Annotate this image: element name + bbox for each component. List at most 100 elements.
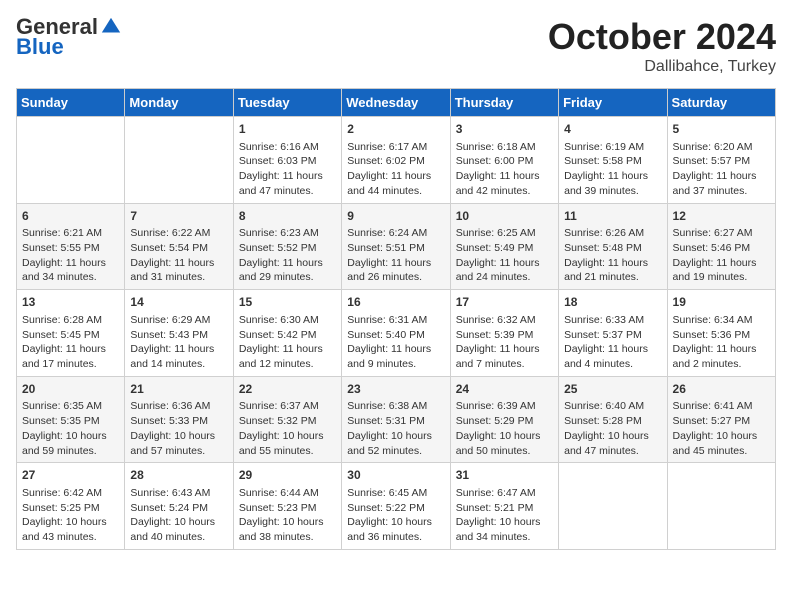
page-header: General Blue October 2024 Dallibahce, Tu… xyxy=(16,16,776,76)
day-number: 7 xyxy=(130,208,227,225)
calendar-cell: 26Sunrise: 6:41 AMSunset: 5:27 PMDayligh… xyxy=(667,376,775,463)
calendar-cell: 31Sunrise: 6:47 AMSunset: 5:21 PMDayligh… xyxy=(450,463,558,550)
calendar-cell xyxy=(667,463,775,550)
weekday-header-friday: Friday xyxy=(559,89,667,117)
calendar-cell: 8Sunrise: 6:23 AMSunset: 5:52 PMDaylight… xyxy=(233,203,341,290)
day-number: 9 xyxy=(347,208,444,225)
day-number: 2 xyxy=(347,121,444,138)
calendar-cell: 3 Sunrise: 6:18 AMSunset: 6:00 PMDaylight… xyxy=(450,117,558,204)
day-info: Sunrise: 6:26 AMSunset: 5:48 PMDaylight:… xyxy=(564,226,661,285)
calendar-cell: 20Sunrise: 6:35 AMSunset: 5:35 PMDayligh… xyxy=(17,376,125,463)
calendar-cell: 4 Sunrise: 6:19 AMSunset: 5:58 PMDaylight… xyxy=(559,117,667,204)
day-number: 14 xyxy=(130,294,227,311)
day-number: 3 xyxy=(456,121,553,138)
calendar-table: SundayMondayTuesdayWednesdayThursdayFrid… xyxy=(16,88,776,550)
day-info: Sunrise: 6:16 AMSunset: 6:03 PMDaylight:… xyxy=(239,140,336,199)
logo: General Blue xyxy=(16,16,122,58)
day-number: 11 xyxy=(564,208,661,225)
calendar-body: 1 Sunrise: 6:16 AMSunset: 6:03 PMDaylight… xyxy=(17,117,776,550)
day-number: 25 xyxy=(564,381,661,398)
day-number: 29 xyxy=(239,467,336,484)
day-number: 26 xyxy=(673,381,770,398)
calendar-cell: 18 Sunrise: 6:33 AMSunset: 5:37 PMDayligh… xyxy=(559,290,667,377)
day-info: Sunrise: 6:27 AMSunset: 5:46 PMDaylight:… xyxy=(673,226,770,285)
logo-icon xyxy=(100,16,122,38)
day-number: 23 xyxy=(347,381,444,398)
calendar-cell: 15Sunrise: 6:30 AMSunset: 5:42 PMDayligh… xyxy=(233,290,341,377)
day-info: Sunrise: 6:35 AMSunset: 5:35 PMDaylight:… xyxy=(22,399,119,458)
weekday-header-sunday: Sunday xyxy=(17,89,125,117)
title-block: October 2024 Dallibahce, Turkey xyxy=(548,16,776,76)
day-info: Sunrise: 6:33 AMSunset: 5:37 PMDaylight:… xyxy=(564,313,661,372)
calendar-cell xyxy=(559,463,667,550)
weekday-header-monday: Monday xyxy=(125,89,233,117)
day-info: Sunrise: 6:24 AMSunset: 5:51 PMDaylight:… xyxy=(347,226,444,285)
calendar-cell: 12Sunrise: 6:27 AMSunset: 5:46 PMDayligh… xyxy=(667,203,775,290)
calendar-week-5: 27Sunrise: 6:42 AMSunset: 5:25 PMDayligh… xyxy=(17,463,776,550)
calendar-cell: 19 Sunrise: 6:34 AMSunset: 5:36 PMDayligh… xyxy=(667,290,775,377)
day-number: 10 xyxy=(456,208,553,225)
day-info: Sunrise: 6:40 AMSunset: 5:28 PMDaylight:… xyxy=(564,399,661,458)
day-info: Sunrise: 6:43 AMSunset: 5:24 PMDaylight:… xyxy=(130,486,227,545)
day-number: 30 xyxy=(347,467,444,484)
day-info: Sunrise: 6:39 AMSunset: 5:29 PMDaylight:… xyxy=(456,399,553,458)
subtitle: Dallibahce, Turkey xyxy=(548,58,776,76)
day-info: Sunrise: 6:30 AMSunset: 5:42 PMDaylight:… xyxy=(239,313,336,372)
calendar-week-4: 20Sunrise: 6:35 AMSunset: 5:35 PMDayligh… xyxy=(17,376,776,463)
calendar-cell: 1 Sunrise: 6:16 AMSunset: 6:03 PMDaylight… xyxy=(233,117,341,204)
day-number: 22 xyxy=(239,381,336,398)
calendar-cell: 14 Sunrise: 6:29 AMSunset: 5:43 PMDayligh… xyxy=(125,290,233,377)
weekday-header-tuesday: Tuesday xyxy=(233,89,341,117)
day-info: Sunrise: 6:47 AMSunset: 5:21 PMDaylight:… xyxy=(456,486,553,545)
day-info: Sunrise: 6:37 AMSunset: 5:32 PMDaylight:… xyxy=(239,399,336,458)
day-info: Sunrise: 6:29 AMSunset: 5:43 PMDaylight:… xyxy=(130,313,227,372)
day-number: 1 xyxy=(239,121,336,138)
day-info: Sunrise: 6:18 AMSunset: 6:00 PMDaylight:… xyxy=(456,140,553,199)
day-info: Sunrise: 6:34 AMSunset: 5:36 PMDaylight:… xyxy=(673,313,770,372)
day-number: 24 xyxy=(456,381,553,398)
calendar-cell: 27Sunrise: 6:42 AMSunset: 5:25 PMDayligh… xyxy=(17,463,125,550)
calendar-cell: 29 Sunrise: 6:44 AMSunset: 5:23 PMDayligh… xyxy=(233,463,341,550)
calendar-week-2: 6Sunrise: 6:21 AMSunset: 5:55 PMDaylight… xyxy=(17,203,776,290)
calendar-cell: 30 Sunrise: 6:45 AMSunset: 5:22 PMDayligh… xyxy=(342,463,450,550)
day-info: Sunrise: 6:32 AMSunset: 5:39 PMDaylight:… xyxy=(456,313,553,372)
day-number: 19 xyxy=(673,294,770,311)
day-number: 8 xyxy=(239,208,336,225)
logo-blue: Blue xyxy=(16,36,64,58)
calendar-cell: 22Sunrise: 6:37 AMSunset: 5:32 PMDayligh… xyxy=(233,376,341,463)
day-info: Sunrise: 6:44 AMSunset: 5:23 PMDaylight:… xyxy=(239,486,336,545)
calendar-cell: 13Sunrise: 6:28 AMSunset: 5:45 PMDayligh… xyxy=(17,290,125,377)
day-info: Sunrise: 6:19 AMSunset: 5:58 PMDaylight:… xyxy=(564,140,661,199)
calendar-cell: 24Sunrise: 6:39 AMSunset: 5:29 PMDayligh… xyxy=(450,376,558,463)
calendar-cell: 5 Sunrise: 6:20 AMSunset: 5:57 PMDaylight… xyxy=(667,117,775,204)
day-info: Sunrise: 6:21 AMSunset: 5:55 PMDaylight:… xyxy=(22,226,119,285)
main-title: October 2024 xyxy=(548,16,776,58)
day-info: Sunrise: 6:45 AMSunset: 5:22 PMDaylight:… xyxy=(347,486,444,545)
day-info: Sunrise: 6:23 AMSunset: 5:52 PMDaylight:… xyxy=(239,226,336,285)
calendar-cell: 10Sunrise: 6:25 AMSunset: 5:49 PMDayligh… xyxy=(450,203,558,290)
calendar-cell: 6Sunrise: 6:21 AMSunset: 5:55 PMDaylight… xyxy=(17,203,125,290)
day-info: Sunrise: 6:17 AMSunset: 6:02 PMDaylight:… xyxy=(347,140,444,199)
day-number: 12 xyxy=(673,208,770,225)
day-info: Sunrise: 6:36 AMSunset: 5:33 PMDaylight:… xyxy=(130,399,227,458)
day-info: Sunrise: 6:20 AMSunset: 5:57 PMDaylight:… xyxy=(673,140,770,199)
weekday-header-wednesday: Wednesday xyxy=(342,89,450,117)
day-number: 5 xyxy=(673,121,770,138)
day-info: Sunrise: 6:22 AMSunset: 5:54 PMDaylight:… xyxy=(130,226,227,285)
calendar-cell xyxy=(125,117,233,204)
day-number: 18 xyxy=(564,294,661,311)
weekday-header-saturday: Saturday xyxy=(667,89,775,117)
day-number: 17 xyxy=(456,294,553,311)
calendar-cell: 16 Sunrise: 6:31 AMSunset: 5:40 PMDayligh… xyxy=(342,290,450,377)
day-info: Sunrise: 6:31 AMSunset: 5:40 PMDaylight:… xyxy=(347,313,444,372)
day-number: 16 xyxy=(347,294,444,311)
day-info: Sunrise: 6:38 AMSunset: 5:31 PMDaylight:… xyxy=(347,399,444,458)
day-info: Sunrise: 6:25 AMSunset: 5:49 PMDaylight:… xyxy=(456,226,553,285)
day-number: 6 xyxy=(22,208,119,225)
calendar-cell: 7Sunrise: 6:22 AMSunset: 5:54 PMDaylight… xyxy=(125,203,233,290)
day-number: 4 xyxy=(564,121,661,138)
calendar-cell xyxy=(17,117,125,204)
day-number: 21 xyxy=(130,381,227,398)
calendar-cell: 11Sunrise: 6:26 AMSunset: 5:48 PMDayligh… xyxy=(559,203,667,290)
calendar-cell: 28Sunrise: 6:43 AMSunset: 5:24 PMDayligh… xyxy=(125,463,233,550)
